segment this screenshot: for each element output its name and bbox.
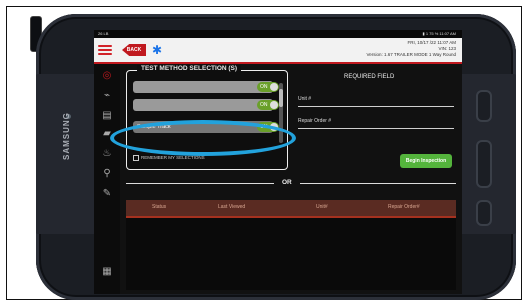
toggle-label: ON xyxy=(260,102,268,108)
toggle-knob xyxy=(270,83,278,91)
scrollbar-thumb[interactable] xyxy=(279,89,283,107)
column-last-viewed[interactable]: Last Viewed xyxy=(218,204,245,210)
inspection-table-header: Status Last Viewed Unit# Repair Order# xyxy=(126,200,456,218)
test-method-toggle[interactable]: ON xyxy=(257,82,279,92)
status-bar: 26 LB ▮ 1 75 % 11:07 AM xyxy=(94,30,462,38)
main-content: TEST METHOD SELECTION (S) ON ON Sample T… xyxy=(120,64,462,294)
status-right: ▮ 1 75 % 11:07 AM xyxy=(422,31,456,36)
app-header: BACK ✱ FRI, 10/17 /22 11:07 AM VIN: 123 … xyxy=(94,38,462,62)
divider-line-left xyxy=(126,183,274,184)
repair-order-field[interactable]: Repair Order # xyxy=(298,118,454,129)
remember-checkbox[interactable] xyxy=(133,155,139,161)
toggle-label: ON xyxy=(260,84,268,90)
bluetooth-icon[interactable]: ✱ xyxy=(152,42,162,58)
test-method-row[interactable]: ON xyxy=(133,99,279,111)
version-info: FRI, 10/17 /22 11:07 AM VIN: 123 Version… xyxy=(366,40,456,58)
edit-icon[interactable]: ✎ xyxy=(101,188,113,200)
or-divider: OR xyxy=(120,178,462,188)
bulb-icon[interactable]: ♨ xyxy=(101,148,113,160)
divider-line-right xyxy=(300,183,456,184)
or-label: OR xyxy=(282,179,292,186)
status-left: 26 LB xyxy=(98,31,109,36)
menu-icon[interactable] xyxy=(98,43,112,57)
highlight-ellipse xyxy=(110,120,296,156)
begin-inspection-button[interactable]: Begin Inspection xyxy=(400,154,452,168)
required-field-title: REQUIRED FIELD xyxy=(344,74,395,80)
version-line: Version: 1.67 TRAILER MODE 1 Way Round xyxy=(366,52,456,57)
test-method-row[interactable]: ON xyxy=(133,81,279,93)
repair-order-label: Repair Order # xyxy=(298,118,332,124)
toggle-knob xyxy=(270,101,278,109)
inspection-table-body xyxy=(126,218,456,290)
unit-label: Unit # xyxy=(298,96,312,102)
volume-button[interactable] xyxy=(476,90,492,122)
test-method-toggle[interactable]: ON xyxy=(257,100,279,110)
home-button[interactable] xyxy=(476,140,492,188)
search-icon[interactable]: ⚲ xyxy=(101,168,113,180)
column-repair-order[interactable]: Repair Order# xyxy=(388,204,420,210)
column-status[interactable]: Status xyxy=(152,204,166,210)
back-button[interactable]: BACK xyxy=(122,44,146,56)
tablet-screen: 26 LB ▮ 1 75 % 11:07 AM BACK ✱ FRI, 10/1… xyxy=(94,30,462,294)
pulse-icon[interactable]: ⌁ xyxy=(101,90,113,102)
back-hardware-button[interactable] xyxy=(476,200,492,226)
home-icon[interactable]: ◎ xyxy=(101,70,113,82)
test-method-title: TEST METHOD SELECTION (S) xyxy=(137,65,242,72)
left-nav: ◎ ⌁ ▤ ▰ ♨ ⚲ ✎ ▦ xyxy=(94,64,120,294)
brand-logo: SAMSUNG xyxy=(62,112,71,160)
column-unit[interactable]: Unit# xyxy=(316,204,328,210)
clipboard-icon[interactable]: ▤ xyxy=(101,110,113,122)
report-icon[interactable]: ▦ xyxy=(101,266,113,278)
unit-field[interactable]: Unit # xyxy=(298,96,454,107)
